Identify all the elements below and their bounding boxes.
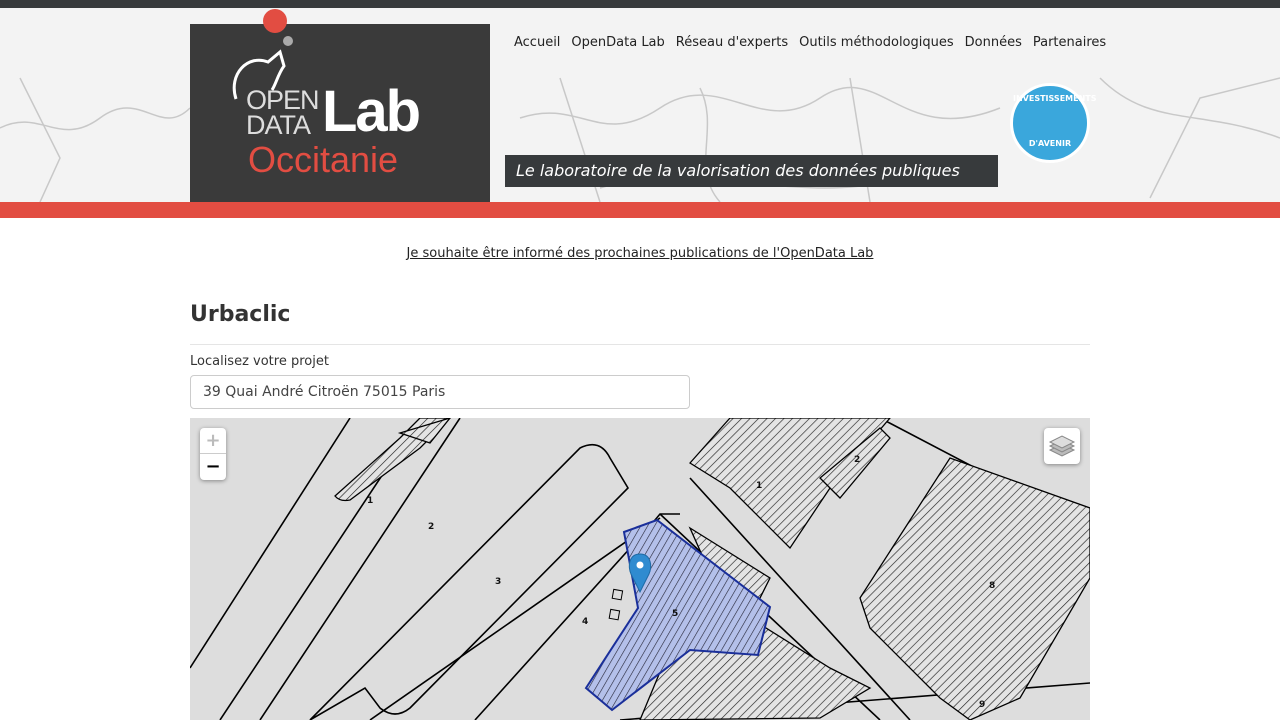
zoom-control: + − xyxy=(200,428,226,480)
main-nav: Accueil OpenData Lab Réseau d'experts Ou… xyxy=(514,35,1106,50)
tagline: Le laboratoire de la valorisation des do… xyxy=(505,155,998,187)
nav-opendata-lab[interactable]: OpenData Lab xyxy=(571,35,664,50)
parcel-label: 2 xyxy=(854,455,860,465)
layers-icon xyxy=(1048,435,1076,457)
nav-partenaires[interactable]: Partenaires xyxy=(1033,35,1106,50)
parcel-label: 3 xyxy=(495,577,501,587)
parcel-label: 9 xyxy=(979,700,985,710)
parcel-label: 1 xyxy=(756,481,762,491)
nav-reseau-experts[interactable]: Réseau d'experts xyxy=(676,35,788,50)
map[interactable]: 1 2 3 4 5 8 1 2 9 + − xyxy=(190,418,1090,720)
parcel-label: 4 xyxy=(582,617,588,627)
page-title: Urbaclic xyxy=(190,302,291,327)
parcel-label: 5 xyxy=(672,609,678,619)
investissements-avenir-logo: INVESTISSEMENTS D'AVENIR xyxy=(1010,83,1097,163)
subscribe-link[interactable]: Je souhaite être informé des prochaines … xyxy=(407,246,874,261)
top-bar xyxy=(0,0,1280,8)
site-logo[interactable]: OPEN DATA Lab Occitanie xyxy=(190,9,490,202)
zoom-in-button[interactable]: + xyxy=(200,428,226,454)
parcel-label: 8 xyxy=(989,581,995,591)
nav-donnees[interactable]: Données xyxy=(965,35,1022,50)
accent-bar xyxy=(0,202,1280,218)
divider xyxy=(190,344,1090,345)
locate-label: Localisez votre projet xyxy=(190,354,329,369)
nav-outils[interactable]: Outils méthodologiques xyxy=(799,35,954,50)
zoom-out-button[interactable]: − xyxy=(200,454,226,480)
address-input[interactable] xyxy=(190,375,690,409)
parcel-label: 1 xyxy=(367,496,373,506)
nav-accueil[interactable]: Accueil xyxy=(514,35,560,50)
cadastre-map-layer[interactable]: 1 2 3 4 5 8 1 2 9 xyxy=(190,418,1090,720)
layers-button[interactable] xyxy=(1044,428,1080,464)
parcel-label: 2 xyxy=(428,522,434,532)
